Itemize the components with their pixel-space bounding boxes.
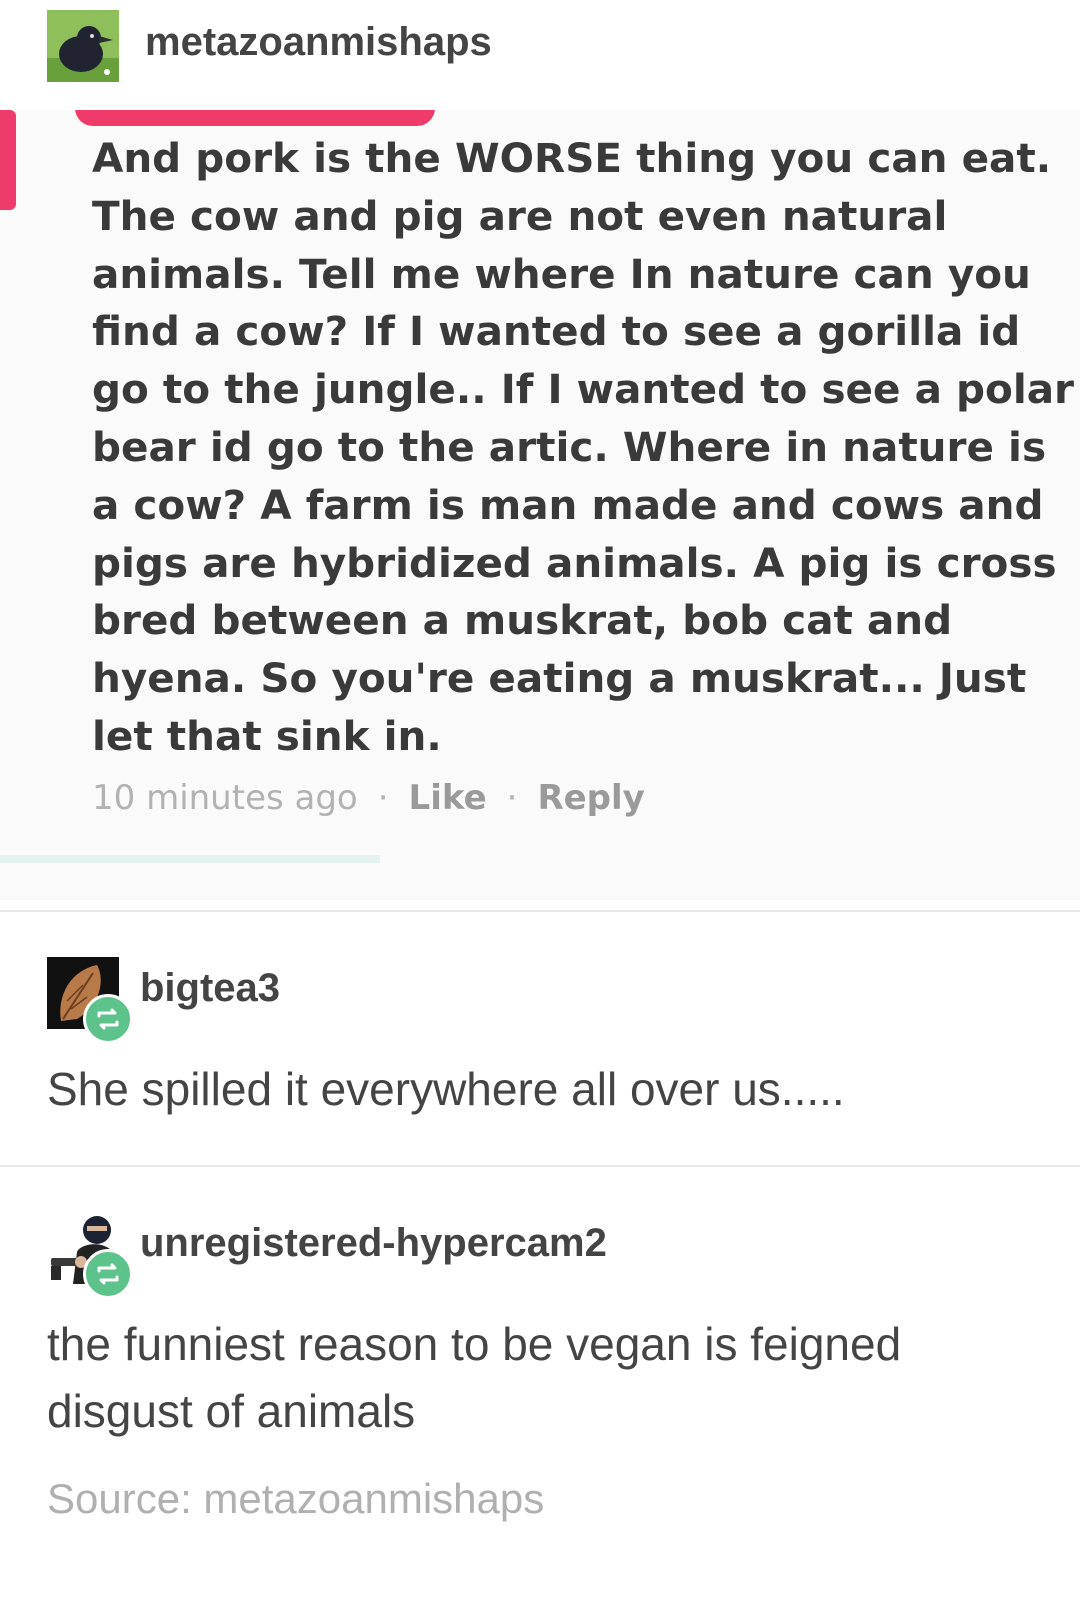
- comment-like-link: Like: [408, 778, 487, 818]
- screenshot-edge-decoration: [0, 855, 380, 863]
- comment-timestamp: 10 minutes ago: [92, 778, 358, 818]
- reblog-comment: She spilled it everywhere all over us...…: [47, 1063, 845, 1115]
- divider: [0, 910, 1080, 912]
- reblog-badge: [83, 994, 133, 1044]
- avatar-metazoanmishaps[interactable]: [47, 10, 119, 82]
- reblog-icon: [97, 1263, 119, 1285]
- comment-line: find a cow? If I wanted to see a gorilla…: [92, 307, 1021, 356]
- comment-line: The cow and pig are not even natural: [92, 191, 948, 240]
- divider: [0, 1165, 1080, 1167]
- reblogger-username[interactable]: bigtea3: [140, 966, 280, 1011]
- comment-reply-link: Reply: [537, 778, 645, 818]
- post-source-link[interactable]: Source: metazoanmishaps: [47, 1475, 544, 1523]
- pink-edge-decoration: [0, 110, 16, 210]
- post-author-username[interactable]: metazoanmishaps: [145, 20, 492, 65]
- post-header: metazoanmishaps: [0, 0, 1080, 110]
- comment-line: pigs are hybridized animals. A pig is cr…: [92, 538, 1057, 587]
- reblog-badge: [83, 1249, 133, 1299]
- comment-meta: 10 minutes ago · Like · Reply: [92, 778, 645, 818]
- comment-line: let that sink in.: [92, 711, 442, 760]
- comment-line: bear id go to the artic. Where in nature…: [92, 422, 1047, 471]
- comment-line: hyena. So you're eating a muskrat... Jus…: [92, 654, 1027, 703]
- reblog-comment: the funniest reason to be vegan is feign…: [47, 1318, 902, 1437]
- reblog-icon: [97, 1008, 119, 1030]
- reblogger-username[interactable]: unregistered-hypercam2: [140, 1221, 607, 1266]
- embedded-comment-screenshot: And pork is the WORSE thing you can eat.…: [0, 110, 1080, 900]
- comment-line: And pork is the WORSE thing you can eat.: [92, 134, 1052, 182]
- pink-bar-decoration: [75, 110, 435, 126]
- meta-separator: ·: [506, 778, 518, 818]
- comment-line: bred between a muskrat, bob cat and: [92, 596, 953, 645]
- comment-line: a cow? A farm is man made and cows and: [92, 480, 1044, 529]
- comment-line: animals. Tell me where In nature can you: [92, 249, 1031, 298]
- comment-body: And pork is the WORSE thing you can eat.…: [92, 130, 1075, 766]
- crow-avatar-icon: [47, 10, 119, 82]
- tumblr-post: metazoanmishaps And pork is the WORSE th…: [0, 0, 1080, 1622]
- comment-line: go to the jungle.. If I wanted to see a …: [92, 365, 1075, 414]
- meta-separator: ·: [377, 778, 389, 818]
